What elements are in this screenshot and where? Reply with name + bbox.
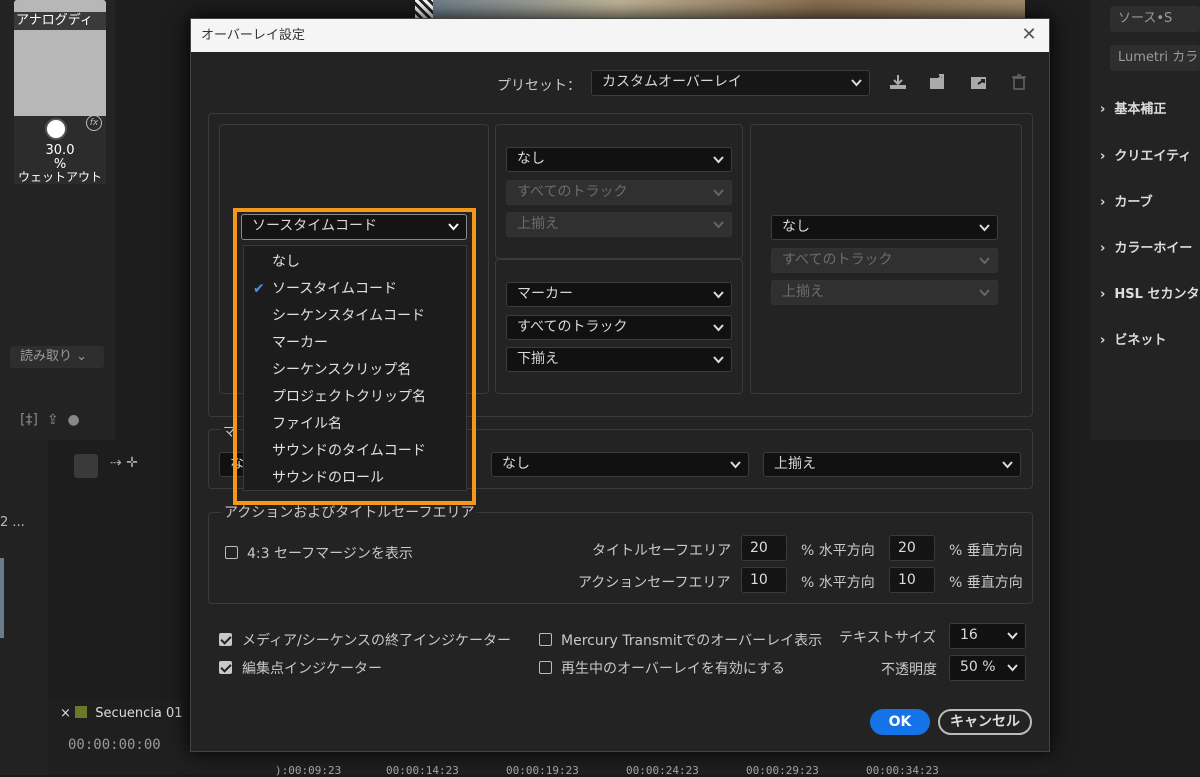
ruler-tick: 00:00:29:23	[746, 764, 819, 777]
preset-select[interactable]: カスタムオーバーレイ	[591, 70, 870, 96]
lumetri-section-hsl[interactable]: › HSL セカンタ	[1100, 283, 1199, 302]
action-safe-vertical-unit: % 垂直方向	[949, 575, 1023, 591]
delete-preset-icon[interactable]	[1011, 74, 1031, 94]
lumetri-section-wheels[interactable]: › カラーホイー	[1100, 237, 1192, 256]
cancel-button[interactable]: キャンセル	[938, 709, 1032, 735]
dropdown-item-marker[interactable]: マーカー	[244, 330, 466, 357]
right-align-select: 上揃え	[771, 280, 998, 305]
save-preset-icon[interactable]	[889, 74, 909, 94]
lumetri-section-creative[interactable]: › クリエイティ	[1100, 145, 1191, 164]
channel-effect-label[interactable]: アナログディ	[14, 12, 106, 30]
right-content-select[interactable]: なし	[771, 215, 998, 240]
project-item-text: 2 ...	[0, 515, 25, 530]
safe-area-title: アクションおよびタイトルセーフエリア	[221, 502, 478, 522]
safe-margin-checkbox[interactable]	[225, 546, 238, 559]
project-panel	[0, 440, 48, 775]
playback-overlay-label: 再生中のオーバーレイを有効にする	[561, 661, 785, 677]
text-size-select[interactable]: 16	[949, 623, 1026, 649]
left-overlay-content-select[interactable]: ソースタイムコード	[241, 214, 467, 240]
ruler-tick: ):00:09:23	[275, 764, 342, 777]
end-indicator-label: メディア/シーケンスの終了インジケーター	[242, 633, 512, 649]
edit-point-label: 編集点インジケーター	[242, 661, 382, 677]
bottom-middle-track-select[interactable]: すべてのトラック	[506, 315, 732, 340]
dropdown-item-file-name[interactable]: ファイル名	[244, 411, 466, 438]
track-tools-icon[interactable]: ⇢ ✛	[110, 455, 138, 471]
fx-icon[interactable]: fx	[86, 115, 102, 131]
mercury-transmit-checkbox[interactable]	[539, 633, 552, 646]
lumetri-section-curves[interactable]: › カーブ	[1100, 191, 1153, 210]
right-track-select: すべてのトラック	[771, 248, 998, 273]
program-video-preview	[415, 0, 1025, 18]
title-safe-vertical-unit: % 垂直方向	[949, 543, 1023, 559]
opacity-select[interactable]: 50 %	[949, 655, 1026, 681]
dropdown-item-audio-role[interactable]: サウンドのロール	[244, 465, 466, 492]
mercury-transmit-label: Mercury Transmitでのオーバーレイ表示	[561, 633, 823, 649]
preset-label: プリセット：	[497, 78, 581, 94]
bottom-middle-align-select[interactable]: 下揃え	[506, 347, 732, 372]
edit-point-checkbox[interactable]	[219, 661, 232, 674]
dialog-titlebar: オーバーレイ設定 ✕	[191, 19, 1049, 52]
lumetri-tab[interactable]: Lumetri カラ	[1110, 45, 1200, 71]
marker-right-select[interactable]: 上揃え	[763, 452, 1021, 477]
dialog-title: オーバーレイ設定	[201, 28, 305, 43]
dropdown-item-sequence-timecode[interactable]: シーケンスタイムコード	[244, 303, 466, 330]
lumetri-section-basic[interactable]: › 基本補正	[1100, 98, 1166, 117]
top-middle-content-select[interactable]: なし	[506, 147, 732, 172]
read-mode-select[interactable]: 読み取り ⌄	[10, 346, 104, 368]
dropdown-item-sequence-clip-name[interactable]: シーケンスクリップ名	[244, 357, 466, 384]
mixer-tools-icon[interactable]: [‡] ⇪ ●	[20, 412, 80, 428]
action-safe-label: アクションセーフエリア	[578, 575, 731, 591]
playback-overlay-checkbox[interactable]	[539, 661, 552, 674]
overlay-content-dropdown-list: なし ✔ ソースタイムコード シーケンスタイムコード マーカー シーケンスクリップ…	[243, 245, 467, 491]
import-preset-icon[interactable]	[929, 74, 949, 94]
project-thumbnail	[0, 558, 4, 638]
close-icon[interactable]: ✕	[1019, 25, 1039, 45]
title-safe-horizontal-input[interactable]: 20	[741, 535, 787, 561]
safe-area-stripe	[415, 0, 433, 18]
action-safe-horizontal-unit: % 水平方向	[801, 575, 875, 591]
export-preset-icon[interactable]	[970, 74, 990, 94]
title-safe-label: タイトルセーフエリア	[592, 543, 732, 559]
text-size-label: テキストサイズ	[839, 630, 937, 646]
channel-sub-label[interactable]: ウェットアウト	[14, 168, 106, 185]
ruler-tick: 00:00:14:23	[386, 764, 459, 777]
source-tab[interactable]: ソース•S	[1110, 6, 1200, 32]
knob-icon[interactable]	[45, 118, 67, 140]
opacity-label: 不透明度	[881, 662, 937, 678]
sequence-timecode[interactable]: 00:00:00:00	[68, 737, 161, 753]
ruler-tick: 00:00:34:23	[866, 764, 939, 777]
dropdown-item-project-clip-name[interactable]: プロジェクトクリップ名	[244, 384, 466, 411]
end-indicator-checkbox[interactable]	[219, 633, 232, 646]
sequence-tab[interactable]: × Secuencia 01	[60, 706, 183, 721]
selection-tool-icon[interactable]	[74, 454, 98, 478]
bottom-middle-content-select[interactable]: マーカー	[506, 282, 732, 307]
top-middle-track-select: すべてのトラック	[506, 180, 732, 205]
action-safe-horizontal-input[interactable]: 10	[741, 567, 787, 593]
dropdown-item-source-timecode[interactable]: ✔ ソースタイムコード	[244, 276, 466, 303]
marker-section-label: マ	[221, 421, 239, 440]
ruler-tick: 00:00:24:23	[626, 764, 699, 777]
title-safe-vertical-input[interactable]: 20	[889, 535, 935, 561]
safe-margin-label: 4:3 セーフマージンを表示	[247, 546, 413, 562]
overlay-settings-dialog: オーバーレイ設定 ✕ プリセット： カスタムオーバーレイ ソースタイムコード な…	[190, 18, 1050, 752]
top-middle-align-select: 上揃え	[506, 212, 732, 237]
lumetri-section-vignette[interactable]: › ビネット	[1100, 329, 1166, 348]
dropdown-item-none[interactable]: なし	[244, 249, 466, 276]
action-safe-vertical-input[interactable]: 10	[889, 567, 935, 593]
ruler-tick: 00:00:19:23	[506, 764, 579, 777]
dropdown-item-audio-timecode[interactable]: サウンドのタイムコード	[244, 438, 466, 465]
marker-middle-select[interactable]: なし	[491, 452, 749, 477]
checkmark-icon: ✔	[253, 281, 265, 297]
ok-button[interactable]: OK	[870, 709, 930, 735]
title-safe-horizontal-unit: % 水平方向	[801, 543, 875, 559]
